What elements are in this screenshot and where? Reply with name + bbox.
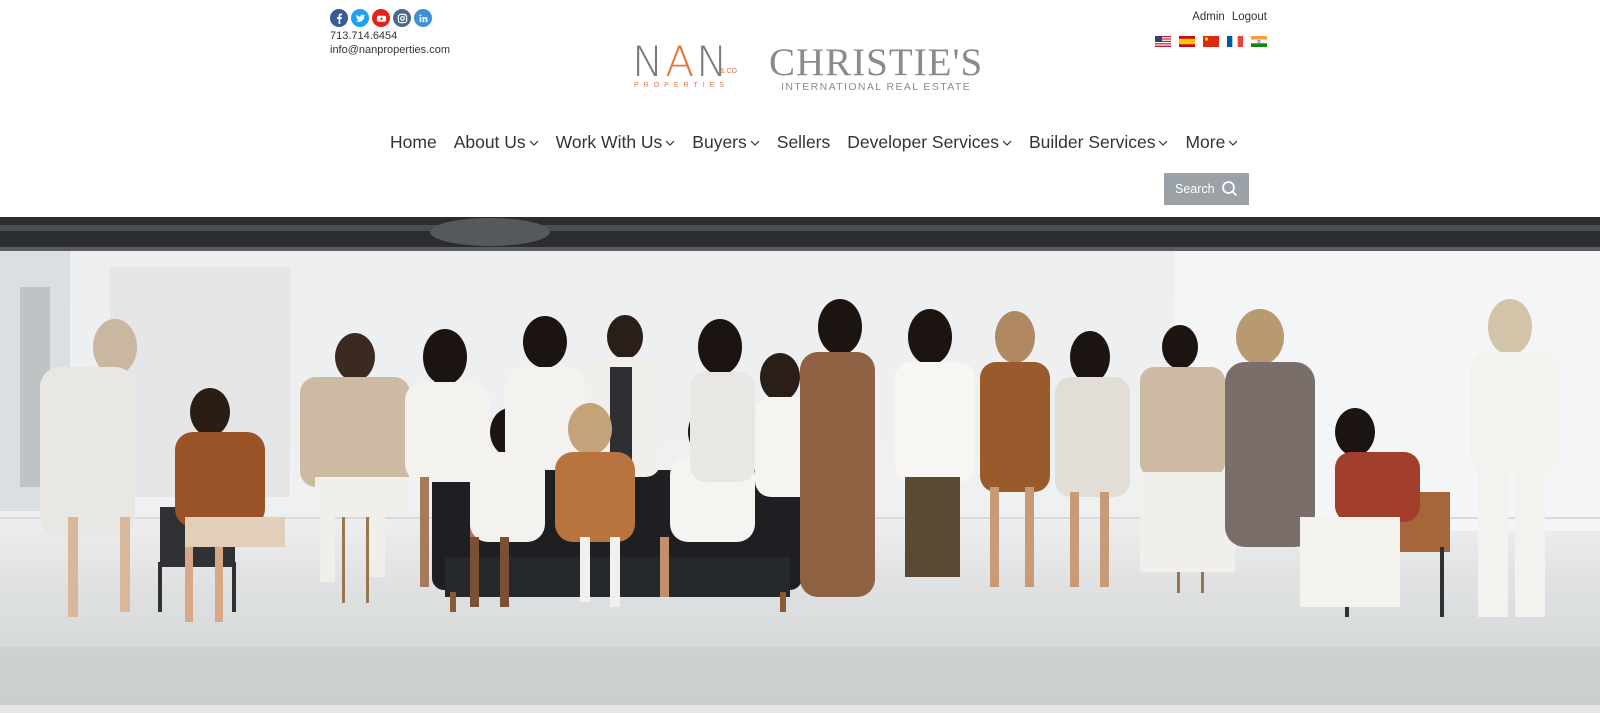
search-icon bbox=[1222, 181, 1238, 197]
nav-more[interactable]: More bbox=[1185, 132, 1238, 153]
nav-home[interactable]: Home bbox=[390, 132, 437, 153]
nav-developer-services[interactable]: Developer Services bbox=[847, 132, 1012, 153]
site-header: 713.714.6454 info@nanproperties.com NAN … bbox=[0, 0, 1600, 217]
chevron-down-icon bbox=[1159, 140, 1168, 146]
contact-block: 713.714.6454 info@nanproperties.com bbox=[330, 9, 450, 57]
admin-link[interactable]: Admin bbox=[1192, 11, 1225, 23]
chevron-down-icon bbox=[750, 140, 760, 146]
nav-buyers[interactable]: Buyers bbox=[692, 132, 760, 153]
search-button[interactable]: Search bbox=[1164, 173, 1249, 205]
main-navigation: Home About Us Work With Us Buyers Seller… bbox=[390, 132, 1255, 153]
china-flag-icon[interactable] bbox=[1203, 36, 1219, 47]
nan-properties-logo[interactable]: NAN & CO PROPERTIES bbox=[632, 41, 737, 92]
logout-link[interactable]: Logout bbox=[1232, 11, 1267, 23]
us-flag-icon[interactable] bbox=[1155, 36, 1171, 47]
spain-flag-icon[interactable] bbox=[1179, 36, 1195, 47]
email-address[interactable]: info@nanproperties.com bbox=[330, 43, 450, 57]
chevron-down-icon bbox=[665, 140, 675, 146]
nav-sellers[interactable]: Sellers bbox=[777, 132, 831, 153]
language-selector bbox=[1155, 36, 1267, 47]
twitter-icon[interactable] bbox=[351, 9, 369, 27]
youtube-icon[interactable] bbox=[372, 9, 390, 27]
account-links: Admin Logout bbox=[1192, 11, 1267, 23]
linkedin-icon[interactable] bbox=[414, 9, 432, 27]
chevron-down-icon bbox=[1002, 140, 1012, 146]
nav-builder-services[interactable]: Builder Services bbox=[1029, 132, 1168, 153]
brand-logos: NAN & CO PROPERTIES CHRISTIE'S INTERNATI… bbox=[632, 41, 983, 94]
chevron-down-icon bbox=[1228, 140, 1238, 146]
hero-team-photo bbox=[0, 217, 1600, 705]
france-flag-icon[interactable] bbox=[1227, 36, 1243, 47]
team-photo-image bbox=[0, 217, 1600, 705]
search-label: Search bbox=[1175, 182, 1215, 196]
chevron-down-icon bbox=[529, 140, 539, 146]
instagram-icon[interactable] bbox=[393, 9, 411, 27]
india-flag-icon[interactable] bbox=[1251, 36, 1267, 47]
nav-about-us[interactable]: About Us bbox=[454, 132, 539, 153]
facebook-icon[interactable] bbox=[330, 9, 348, 27]
christies-logo[interactable]: CHRISTIE'S INTERNATIONAL REAL ESTATE bbox=[769, 43, 983, 93]
phone-number[interactable]: 713.714.6454 bbox=[330, 29, 450, 43]
social-links bbox=[330, 9, 450, 27]
nav-work-with-us[interactable]: Work With Us bbox=[556, 132, 676, 153]
page-divider bbox=[0, 705, 1600, 713]
